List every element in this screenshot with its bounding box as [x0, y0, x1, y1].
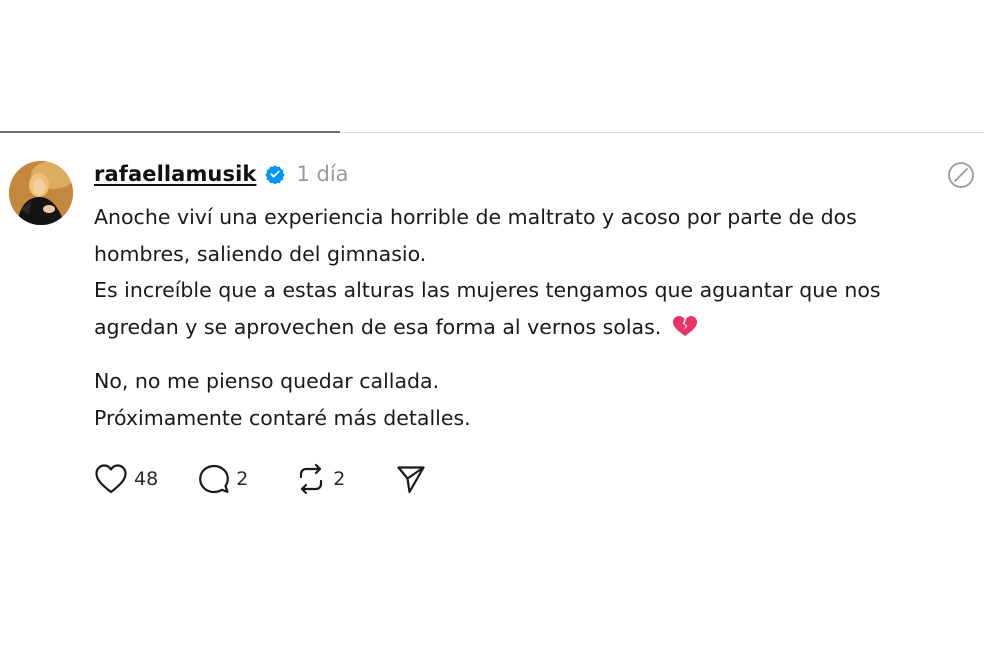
post-actions: 48 2 2	[94, 459, 427, 499]
heart-icon	[94, 463, 128, 495]
reply-count: 2	[236, 468, 249, 490]
post-body: Anoche viví una experiencia horrible de …	[94, 199, 974, 436]
comment-icon	[198, 463, 230, 495]
post-line-with-emoji: agredan y se aprovechen de esa forma al …	[94, 309, 974, 346]
repost-count: 2	[333, 468, 346, 490]
repost-icon	[295, 463, 327, 495]
post-time: 1 día	[296, 162, 349, 186]
post-header: rafaellamusik 1 día	[94, 159, 349, 189]
verified-badge-icon	[265, 164, 286, 185]
post-line: agredan y se aprovechen de esa forma al …	[94, 314, 662, 339]
broken-heart-icon	[672, 312, 698, 336]
post-line: Anoche viví una experiencia horrible de …	[94, 205, 857, 229]
post-line: No, no me pienso quedar callada.	[94, 369, 440, 393]
post-line: Es increíble que a estas alturas las muj…	[94, 278, 881, 302]
send-icon	[395, 463, 427, 495]
avatar[interactable]	[9, 161, 73, 225]
reply-button[interactable]: 2	[198, 463, 248, 495]
repost-button[interactable]: 2	[295, 463, 345, 495]
share-button[interactable]	[395, 463, 427, 495]
post-line: hombres, saliendo del gimnasio.	[94, 241, 427, 266]
post-line: Próximamente contaré más detalles.	[94, 405, 471, 430]
post-card: rafaellamusik 1 día Anoche viví una expe…	[0, 133, 984, 655]
like-count: 48	[134, 468, 159, 490]
like-button[interactable]: 48	[94, 463, 158, 495]
username[interactable]: rafaellamusik	[94, 162, 256, 186]
more-icon[interactable]	[946, 160, 976, 190]
